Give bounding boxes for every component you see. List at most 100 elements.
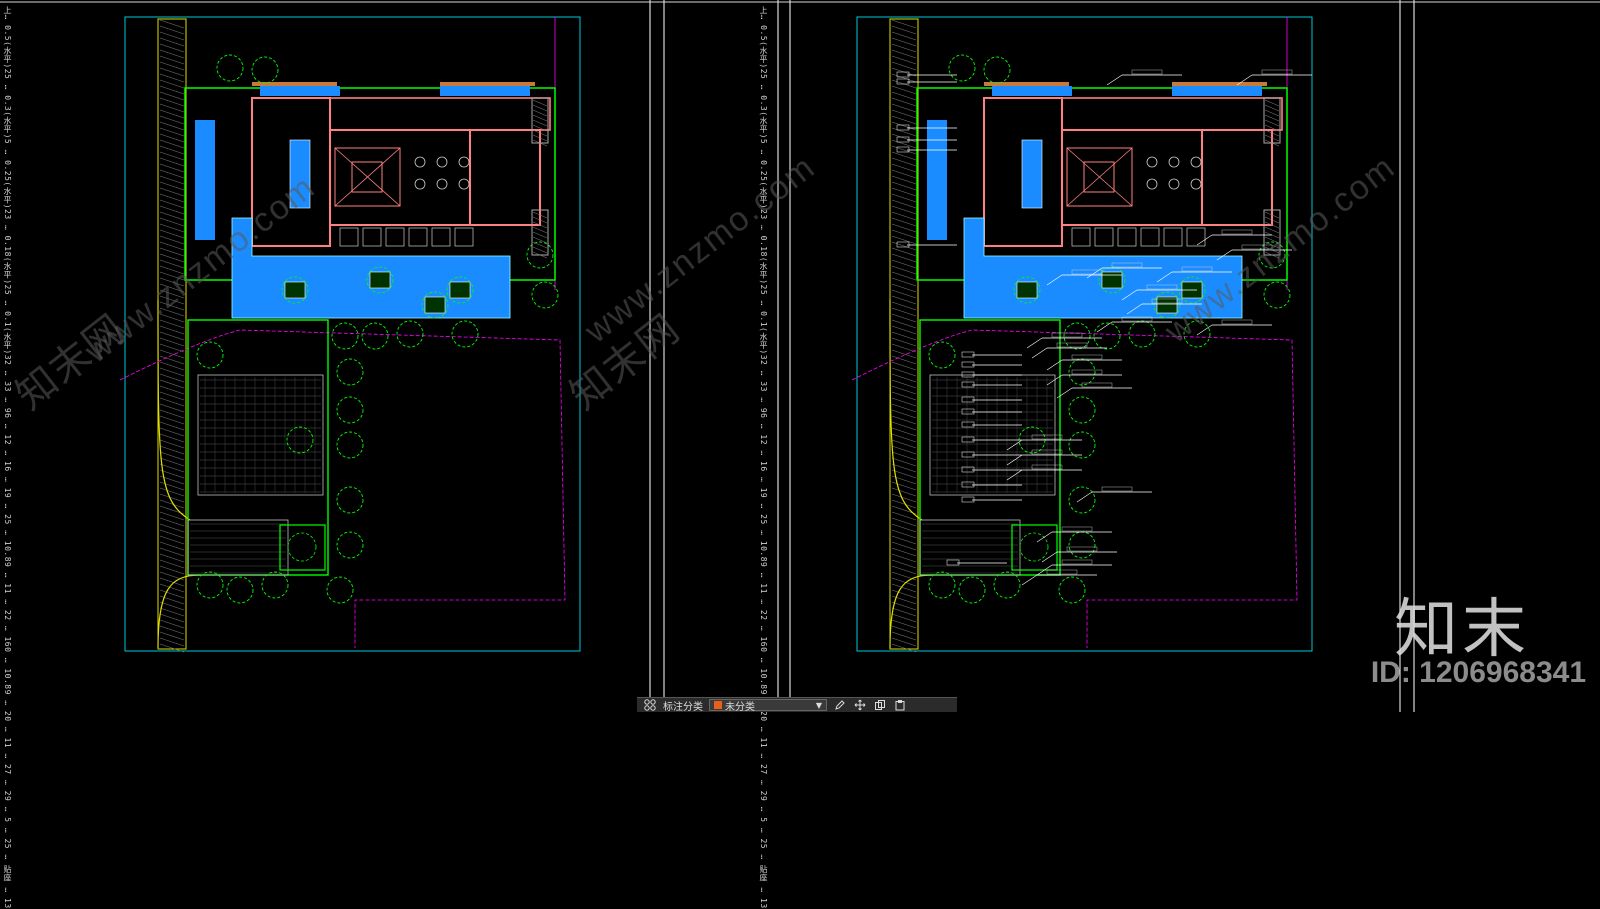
furniture — [1117, 227, 1137, 247]
annotation-tag — [1241, 244, 1273, 250]
tree — [928, 341, 956, 369]
road-hatch — [159, 517, 185, 527]
road-hatch — [159, 619, 185, 629]
annotation-tag — [1261, 69, 1293, 75]
tree — [1263, 281, 1291, 309]
road-hatch — [159, 187, 185, 197]
road-hatch — [891, 307, 917, 317]
road-hatch — [891, 565, 917, 575]
road-hatch — [891, 433, 917, 443]
road-hatch — [891, 607, 917, 617]
tree — [286, 426, 314, 454]
tree — [336, 486, 364, 514]
road-hatch — [159, 79, 185, 89]
hatch — [1264, 226, 1280, 234]
room — [1061, 97, 1283, 131]
annotation-tag — [961, 381, 975, 388]
tree — [226, 576, 254, 604]
road-hatch — [891, 601, 917, 611]
tree — [1058, 576, 1086, 604]
planter — [1101, 271, 1123, 289]
road-hatch — [891, 535, 917, 545]
tree — [336, 431, 364, 459]
road-hatch — [891, 325, 917, 335]
road-hatch — [159, 241, 185, 251]
copy-icon[interactable] — [873, 699, 887, 711]
move-icon[interactable] — [853, 699, 867, 711]
hatch — [1264, 99, 1280, 107]
annotation-tag — [1056, 342, 1088, 348]
water-strip — [992, 86, 1072, 96]
furniture — [1190, 178, 1202, 190]
annotation-leader — [1106, 74, 1123, 86]
furniture — [414, 156, 426, 168]
tree — [948, 54, 976, 82]
furniture — [1168, 156, 1180, 168]
eaves — [440, 82, 535, 86]
annotation-category-select[interactable]: 未分类 ▼ — [709, 699, 827, 713]
furniture — [458, 178, 470, 190]
road-hatch — [159, 553, 185, 563]
road-hatch — [159, 247, 185, 257]
road-hatch — [891, 169, 917, 179]
tree — [1063, 322, 1091, 350]
road-hatch — [891, 55, 917, 65]
road-hatch — [159, 457, 185, 467]
road-hatch — [159, 181, 185, 191]
road-hatch — [159, 283, 185, 293]
eaves — [1172, 82, 1267, 86]
road-hatch — [159, 445, 185, 455]
tree — [1128, 320, 1156, 348]
road-hatch — [891, 151, 917, 161]
road-hatch — [891, 61, 917, 71]
road-hatch — [891, 187, 917, 197]
road-hatch — [891, 487, 917, 497]
annotation-tag — [961, 351, 975, 358]
planter-box — [1011, 524, 1058, 571]
road-hatch — [891, 223, 917, 233]
annotation-leader — [1056, 387, 1073, 399]
room — [469, 129, 541, 226]
road-hatch — [159, 385, 185, 395]
road-hatch — [891, 271, 917, 281]
road-hatch — [891, 589, 917, 599]
road-hatch — [159, 235, 185, 245]
road-hatch — [159, 367, 185, 377]
road-hatch — [891, 403, 917, 413]
road-hatch — [159, 169, 185, 179]
road-hatch — [159, 535, 185, 545]
road-hatch — [891, 439, 917, 449]
road-hatch — [159, 433, 185, 443]
pool-inner — [289, 139, 311, 209]
road-hatch — [891, 43, 917, 53]
annotate-cluster-icon[interactable] — [643, 699, 657, 711]
road-hatch — [891, 619, 917, 629]
hatch — [532, 231, 548, 239]
road-hatch — [891, 481, 917, 491]
road-hatch — [159, 133, 185, 143]
paste-icon[interactable] — [893, 699, 907, 711]
hatch — [532, 226, 548, 234]
tree — [531, 281, 559, 309]
cad-drawing-canvas[interactable] — [0, 0, 1600, 712]
road-hatch — [159, 529, 185, 539]
road-hatch — [159, 361, 185, 371]
planter — [369, 271, 391, 289]
road-hatch — [159, 85, 185, 95]
road-hatch — [159, 589, 185, 599]
road-hatch — [891, 529, 917, 539]
road-hatch — [891, 415, 917, 425]
hatch — [1264, 119, 1280, 127]
road-hatch — [891, 463, 917, 473]
tree — [396, 320, 424, 348]
annotation-tag — [896, 78, 910, 85]
sheet-side-text-left: 上… 0.5(水平)25 … 0.3(水平)5 … 0.25(水平)23 … 0… — [3, 6, 12, 909]
road-hatch — [891, 409, 917, 419]
road-hatch — [891, 421, 917, 431]
road-hatch — [891, 211, 917, 221]
road-hatch — [891, 157, 917, 167]
road-hatch — [891, 319, 917, 329]
tree — [287, 532, 317, 562]
edit-pen-icon[interactable] — [833, 699, 847, 711]
tree — [251, 56, 279, 84]
